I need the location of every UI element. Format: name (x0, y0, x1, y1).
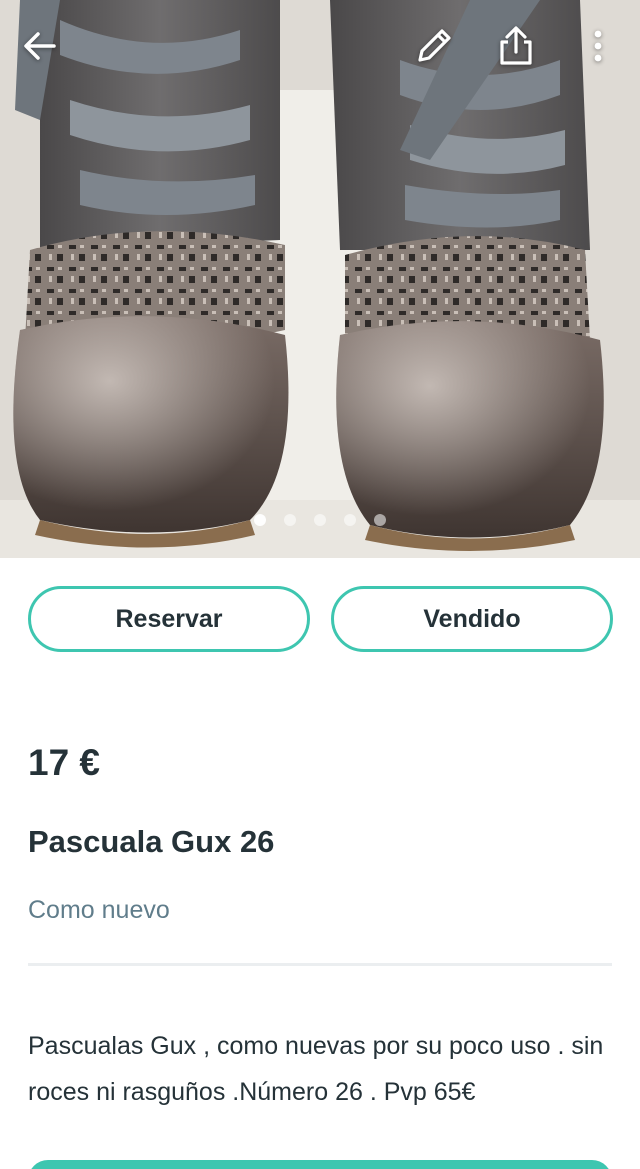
product-description: Pascualas Gux , como nuevas por su poco … (28, 1032, 604, 1106)
share-icon (500, 26, 532, 65)
pencil-icon (418, 29, 451, 62)
share-button[interactable] (492, 22, 540, 70)
back-button[interactable] (16, 22, 64, 70)
product-condition: Como nuevo (28, 896, 170, 924)
more-vertical-icon (594, 30, 602, 62)
mark-sold-button[interactable]: Vendido (331, 586, 613, 652)
divider (28, 963, 612, 966)
pagination-dot[interactable] (344, 514, 356, 526)
reserve-button[interactable]: Reservar (28, 586, 310, 652)
pagination-dot[interactable] (314, 514, 326, 526)
bottom-action-bar[interactable] (28, 1160, 612, 1169)
product-photo[interactable] (0, 0, 640, 558)
product-title: Pascuala Gux 26 (28, 824, 275, 859)
boots-image (0, 0, 640, 558)
pagination-dot[interactable] (374, 514, 386, 526)
arrow-left-icon (24, 32, 56, 60)
reserve-button-label: Reservar (115, 604, 223, 633)
mark-sold-button-label: Vendido (423, 604, 521, 633)
more-options-button[interactable] (574, 22, 622, 70)
edit-button[interactable] (410, 22, 458, 70)
gallery-pagination (0, 514, 640, 530)
pagination-dot[interactable] (254, 514, 266, 526)
product-price: 17 € (28, 742, 101, 783)
pagination-dot[interactable] (284, 514, 296, 526)
